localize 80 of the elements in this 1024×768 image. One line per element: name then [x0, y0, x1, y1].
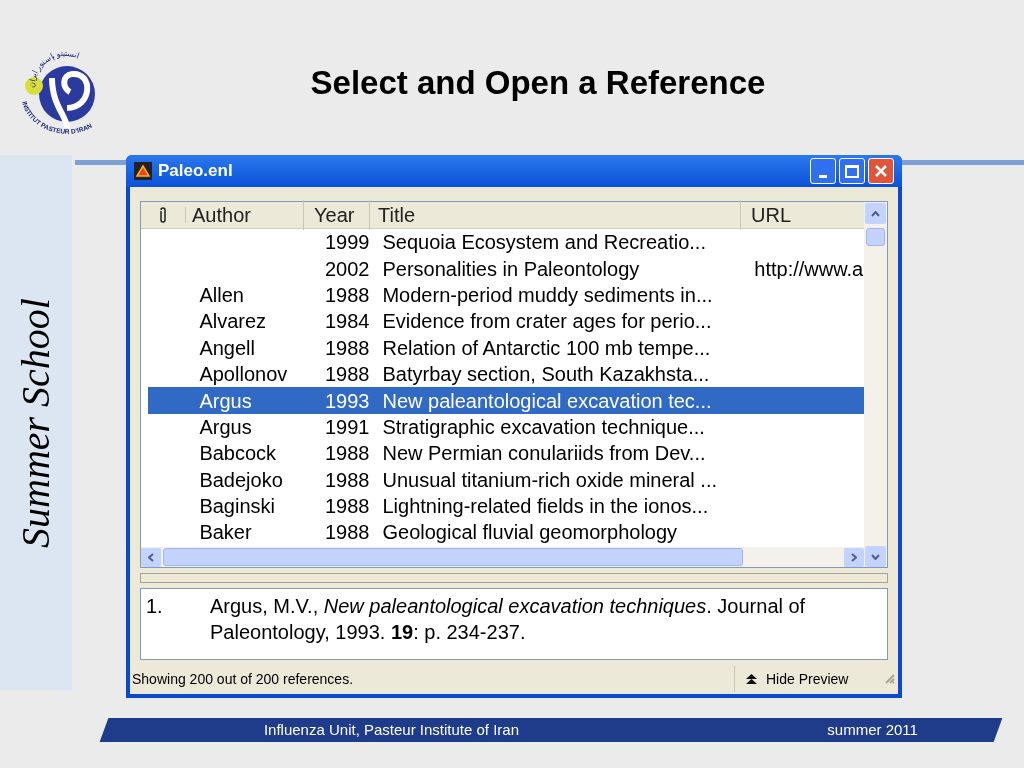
column-header[interactable]: Author: [192, 204, 251, 226]
reference-row[interactable]: Babcock 1988 New Permian conulariids from Dev...: [148, 440, 864, 467]
year-cell: 1988: [324, 442, 370, 465]
scroll-left-button[interactable]: [141, 547, 161, 567]
reference-row[interactable]: Apollonov 1988 Batyrbay section, South Kazakhsta...: [148, 360, 864, 388]
year-cell: 1984: [324, 310, 370, 333]
author-cell: Baker: [199, 521, 252, 544]
minimize-button[interactable]: [810, 158, 836, 184]
reference-row[interactable]: Argus 1993 New paleantological excavation tec...: [148, 387, 864, 414]
author-cell: Baginski: [199, 495, 275, 518]
title-cell: Geological fluvial geomorphology: [382, 521, 678, 544]
vertical-scrollbar[interactable]: [864, 202, 887, 567]
author-cell: Badejoko: [199, 468, 283, 491]
title-cell: Evidence from crater ages for perio...: [382, 310, 712, 333]
year-cell: 1988: [324, 363, 370, 386]
minimize-icon: [819, 175, 827, 178]
app-icon: [134, 162, 152, 180]
attachment-icon: [159, 207, 167, 223]
author-cell: Apollonov: [199, 363, 288, 386]
reference-row[interactable]: Argus 1991 Stratigraphic excavation technique...: [148, 413, 864, 441]
title-cell: New paleantological excavation tec...: [382, 389, 712, 412]
footer-date: summer 2011: [827, 719, 918, 740]
author-cell: Babcock: [199, 442, 277, 465]
scroll-up-button[interactable]: [865, 203, 886, 224]
title-cell: Relation of Antarctic 100 mb tempe...: [382, 336, 711, 359]
author-cell: Allen: [199, 283, 244, 306]
status-text: Showing 200 out of 200 references.: [132, 669, 355, 689]
footer-text: Influenza Unit, Pasteur Institute of Iran: [264, 719, 520, 740]
resize-grip-icon: [884, 673, 896, 685]
year-cell: 1999: [324, 231, 370, 254]
hide-preview-button[interactable]: Hide Preview: [734, 666, 884, 692]
close-button[interactable]: [868, 158, 894, 184]
title-cell: Stratigraphic excavation technique...: [382, 415, 705, 438]
close-icon: [874, 164, 888, 178]
reference-row[interactable]: 1999 Sequoia Ecosystem and Recreatio...: [148, 229, 864, 256]
double-up-arrow-icon: [745, 673, 758, 685]
chevron-down-icon: [871, 553, 880, 560]
scroll-thumb[interactable]: [163, 548, 743, 566]
horizontal-scrollbar[interactable]: [141, 547, 864, 567]
title-cell: Modern-period muddy sediments in...: [382, 283, 713, 306]
column-header[interactable]: URL: [751, 204, 791, 226]
reference-row[interactable]: Alvarez 1984 Evidence from crater ages for perio...: [148, 308, 864, 335]
author-cell: Argus: [199, 415, 252, 438]
column-header[interactable]: Year: [314, 204, 355, 226]
author-cell: Angell: [199, 336, 255, 359]
title-cell: Personalities in Paleontology: [382, 257, 640, 280]
column-header[interactable]: Title: [378, 204, 416, 226]
year-cell: 1988: [324, 495, 370, 518]
title-cell: Batyrbay section, South Kazakhsta...: [382, 363, 710, 386]
year-cell: 1988: [324, 283, 370, 306]
scroll-down-button[interactable]: [865, 546, 886, 567]
year-cell: 1988: [324, 468, 370, 491]
scroll-thumb[interactable]: [866, 228, 885, 246]
title-cell: Sequoia Ecosystem and Recreatio...: [382, 231, 706, 254]
reference-number: 1.: [146, 594, 164, 619]
chevron-left-icon: [148, 552, 154, 562]
reference-row[interactable]: Angell 1988 Relation of Antarctic 100 mb tempe...: [148, 334, 864, 361]
year-cell: 1993: [324, 389, 370, 412]
year-cell: 1988: [324, 521, 370, 544]
reference-row[interactable]: Badejoko 1988 Unusual titanium-rich oxide mineral ...: [148, 466, 864, 493]
year-cell: 1991: [324, 415, 370, 438]
maximize-button[interactable]: [839, 158, 865, 184]
title-cell: Lightning-related fields in the ionos...: [382, 495, 709, 518]
chevron-right-icon: [851, 552, 857, 562]
reference-row[interactable]: Baginski 1988 Lightning-related fields in the ionos...: [148, 492, 864, 520]
side-text: Summer School: [12, 297, 59, 548]
reference-row[interactable]: Allen 1988 Modern-period muddy sediments in...: [148, 281, 864, 309]
year-cell: 2002: [324, 257, 370, 280]
author-cell: Argus: [199, 389, 252, 412]
window-title: Paleo.enl: [158, 160, 233, 183]
slide-title: Select and Open a Reference: [310, 64, 766, 101]
title-cell: Unusual titanium-rich oxide mineral ...: [382, 468, 718, 491]
year-cell: 1988: [324, 336, 370, 359]
formatted-citation: Argus, M.V., New paleantological excavation techniques. Journal of Paleontology, 1993. 19: p. 234-237.: [210, 594, 807, 645]
chevron-up-icon: [871, 210, 880, 217]
maximize-icon: [845, 164, 859, 178]
scroll-right-button[interactable]: [844, 547, 864, 567]
title-cell: New Permian conulariids from Dev...: [382, 442, 706, 465]
author-cell: Alvarez: [199, 310, 267, 333]
reference-row[interactable]: Baker 1988 Geological fluvial geomorphology: [148, 519, 864, 546]
